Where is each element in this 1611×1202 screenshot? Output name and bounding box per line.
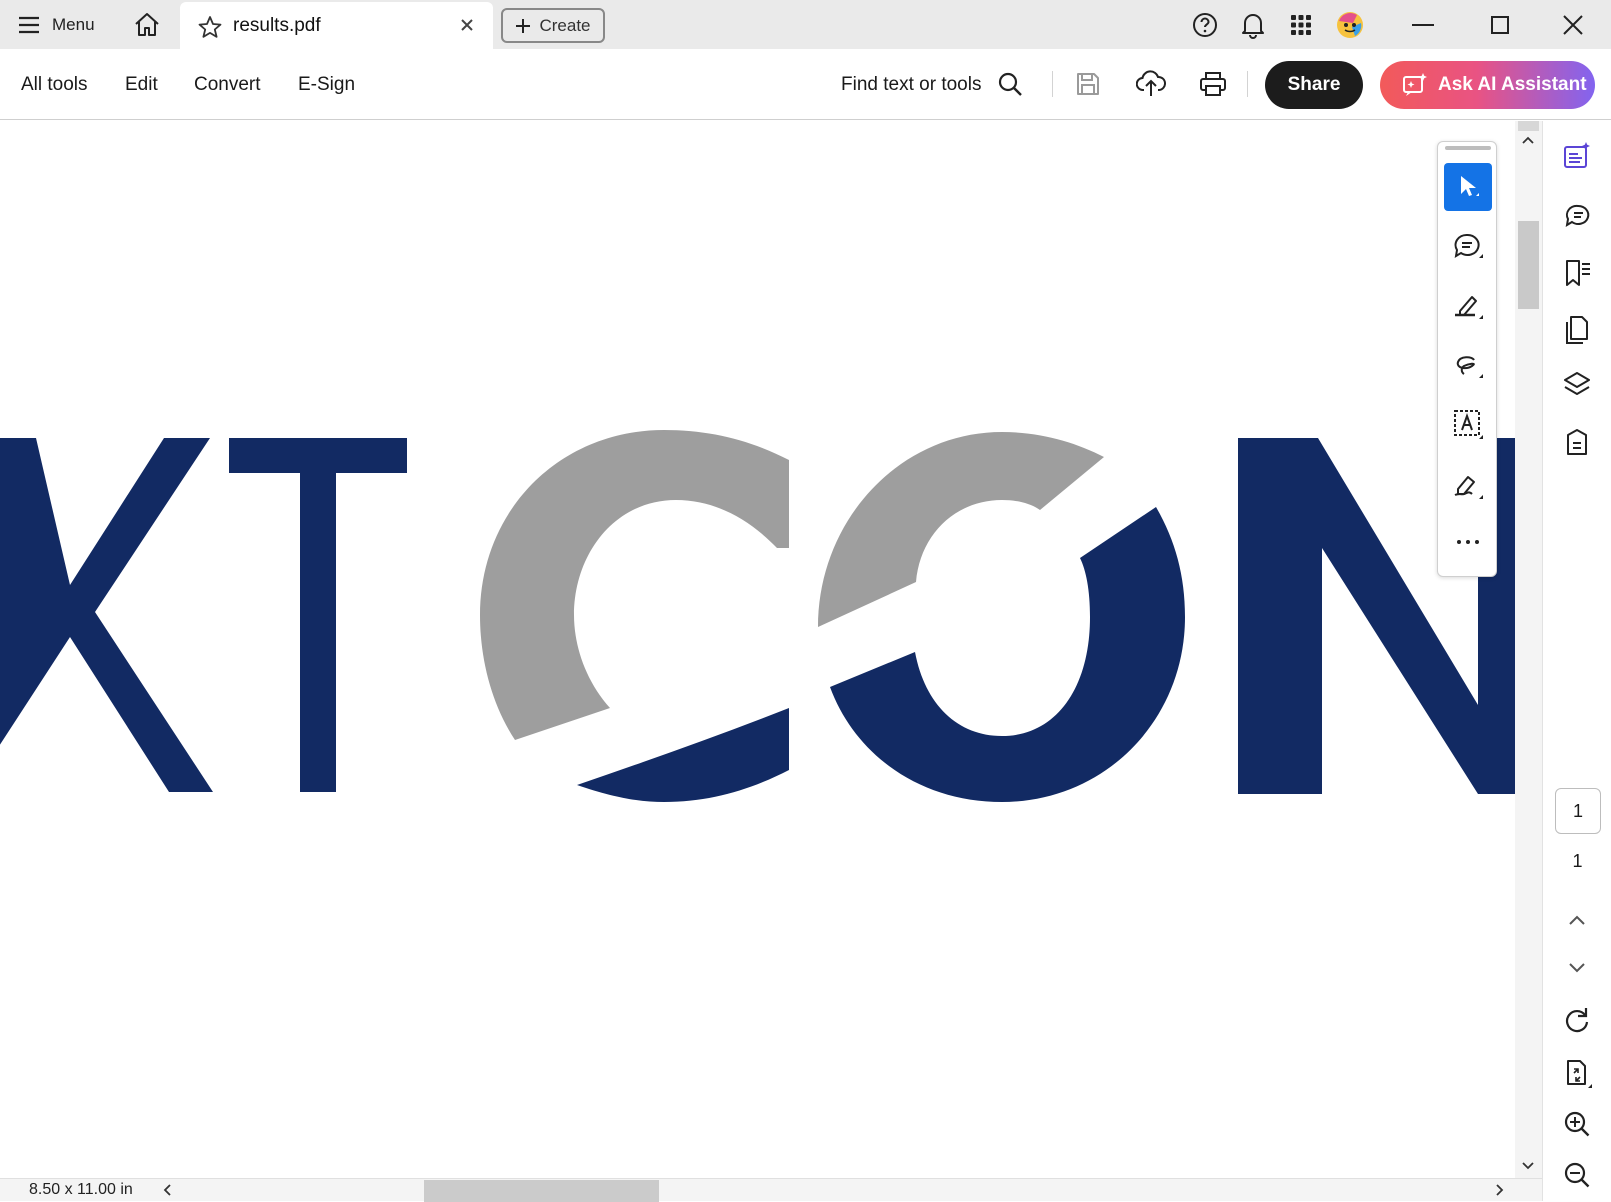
letter-x xyxy=(0,438,213,792)
select-tool-button[interactable] xyxy=(1444,163,1492,211)
refresh-rotate-icon[interactable] xyxy=(1560,1003,1594,1037)
pen-sign-icon xyxy=(1452,469,1484,499)
menu-label: Menu xyxy=(52,15,95,34)
maximize-window-icon[interactable] xyxy=(1485,10,1515,40)
menu-button[interactable]: Menu xyxy=(18,10,95,40)
horizontal-scroll-thumb[interactable] xyxy=(424,1180,659,1202)
comment-icon xyxy=(1452,232,1484,262)
ask-ai-assistant-button[interactable]: Ask AI Assistant xyxy=(1380,61,1595,109)
document-tab[interactable]: results.pdf xyxy=(180,2,493,49)
text-box-icon xyxy=(1452,409,1484,439)
sign-tool[interactable] xyxy=(1444,460,1492,508)
hamburger-icon xyxy=(18,16,40,34)
zoom-out-icon[interactable] xyxy=(1560,1158,1594,1192)
draw-freeform-tool[interactable] xyxy=(1444,341,1492,389)
search-icon[interactable] xyxy=(993,67,1027,101)
close-tab-icon[interactable] xyxy=(460,18,474,32)
letter-c-navy xyxy=(577,708,789,802)
bookmarks-panel-icon[interactable] xyxy=(1560,256,1594,290)
highlighter-pen-icon xyxy=(1452,291,1484,321)
save-icon[interactable] xyxy=(1071,67,1105,101)
create-button[interactable]: Create xyxy=(501,8,605,43)
nav-e-sign[interactable]: E-Sign xyxy=(298,74,355,96)
apps-grid-icon[interactable] xyxy=(1286,10,1316,40)
status-bar: 8.50 x 11.00 in xyxy=(0,1178,1542,1202)
nav-edit[interactable]: Edit xyxy=(125,74,158,96)
find-text-or-tools[interactable]: Find text or tools xyxy=(841,74,981,96)
zoom-in-icon[interactable] xyxy=(1560,1107,1594,1141)
toolbar-drag-handle[interactable] xyxy=(1445,146,1491,150)
user-avatar[interactable] xyxy=(1335,10,1365,40)
notifications-bell-icon[interactable] xyxy=(1238,10,1268,40)
page-fit-icon[interactable] xyxy=(1560,1056,1594,1090)
lasso-draw-icon xyxy=(1452,350,1484,380)
vertical-scrollbar[interactable] xyxy=(1515,121,1542,1178)
nav-all-tools[interactable]: All tools xyxy=(21,74,88,96)
right-panel-rail: 1 1 xyxy=(1542,121,1611,1201)
create-label: Create xyxy=(539,15,591,35)
title-bar: Menu results.pdf Create xyxy=(0,0,1611,49)
next-page-chevron-down-icon[interactable] xyxy=(1560,951,1594,985)
nav-convert[interactable]: Convert xyxy=(194,74,261,96)
share-button[interactable]: Share xyxy=(1265,61,1363,109)
ai-assistant-label: Ask AI Assistant xyxy=(1438,74,1587,95)
minimize-window-icon[interactable] xyxy=(1408,10,1438,40)
scroll-down-icon[interactable] xyxy=(1521,1161,1535,1171)
pages-panel-icon[interactable] xyxy=(1560,313,1594,347)
quick-tools-bar xyxy=(1437,141,1497,577)
vertical-scroll-thumb[interactable] xyxy=(1518,221,1539,309)
previous-page-chevron-up-icon[interactable] xyxy=(1560,903,1594,937)
document-viewport[interactable] xyxy=(0,121,1515,1178)
ai-assistant-icon xyxy=(1402,72,1428,98)
comments-panel-icon[interactable] xyxy=(1560,199,1594,233)
more-tools-button[interactable] xyxy=(1444,518,1492,566)
help-icon[interactable] xyxy=(1190,10,1220,40)
add-comment-tool[interactable] xyxy=(1444,223,1492,271)
letter-o-gray xyxy=(818,432,1104,627)
letter-c-gray xyxy=(480,430,789,740)
document-logo-artwork xyxy=(0,430,1515,802)
add-text-tool[interactable] xyxy=(1444,400,1492,448)
upload-cloud-icon[interactable] xyxy=(1134,67,1168,101)
highlight-tool[interactable] xyxy=(1444,282,1492,330)
letter-t-stem xyxy=(300,438,336,792)
scroll-top-cap xyxy=(1518,121,1539,131)
scroll-up-icon[interactable] xyxy=(1521,135,1535,145)
main-toolbar: All tools Edit Convert E-Sign Find text … xyxy=(0,49,1611,120)
page-total: 1 xyxy=(1572,851,1583,871)
more-horizontal-icon xyxy=(1456,539,1480,545)
toolbar-divider xyxy=(1247,71,1248,97)
page-number-input[interactable]: 1 xyxy=(1555,788,1601,834)
home-icon[interactable] xyxy=(132,10,162,40)
scroll-left-icon[interactable] xyxy=(162,1183,172,1197)
scroll-right-icon[interactable] xyxy=(1495,1183,1505,1197)
print-icon[interactable] xyxy=(1196,67,1230,101)
document-properties-icon[interactable] xyxy=(1560,425,1594,459)
plus-icon xyxy=(515,18,531,34)
layers-panel-icon[interactable] xyxy=(1560,368,1594,402)
toolbar-divider xyxy=(1052,71,1053,97)
close-window-icon[interactable] xyxy=(1558,10,1588,40)
star-icon[interactable] xyxy=(198,15,222,39)
cursor-arrow-icon xyxy=(1456,174,1480,200)
ai-summary-panel-icon[interactable] xyxy=(1560,139,1594,173)
tab-title: results.pdf xyxy=(233,15,321,36)
page-size-label: 8.50 x 11.00 in xyxy=(29,1181,133,1198)
